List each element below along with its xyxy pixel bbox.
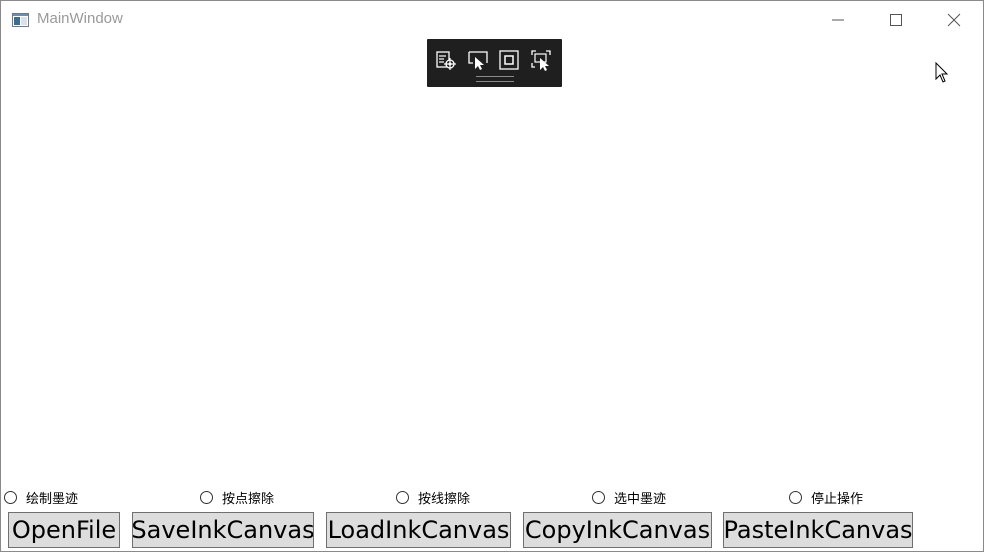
ink-canvas[interactable] [2,37,982,483]
xaml-debug-toolbar[interactable] [427,39,562,87]
paste-ink-canvas-button[interactable]: PasteInkCanvas [723,512,913,548]
radio-label: 停止操作 [811,491,864,507]
open-file-button[interactable]: OpenFile [8,512,120,548]
minimize-button[interactable] [809,1,867,37]
radio-button[interactable] [200,490,213,504]
copy-ink-canvas-button[interactable]: CopyInkCanvas [523,512,712,548]
radio-draw-ink[interactable]: 绘制墨迹 [4,487,78,507]
live-visual-tree-icon[interactable] [435,49,457,71]
minimize-icon [832,19,844,21]
radio-button[interactable] [789,490,802,504]
mouse-cursor-icon [935,61,949,84]
select-element-icon[interactable] [467,49,489,71]
title-bar[interactable]: MainWindow [1,1,983,37]
radio-label: 按点擦除 [222,491,275,507]
track-focused-element-icon[interactable] [530,49,552,71]
mode-radio-group: 绘制墨迹 按点擦除 按线擦除 选中墨迹 停止操作 [1,487,983,507]
app-window-icon [12,12,29,27]
main-window: MainWindow 绘制墨迹 按点擦除 按线擦除 选中墨迹 停止操作 Open… [0,0,984,552]
action-button-row: OpenFile SaveInkCanvas LoadInkCanvas Cop… [1,512,983,550]
save-ink-canvas-button[interactable]: SaveInkCanvas [132,512,314,548]
radio-label: 选中墨迹 [614,491,667,507]
radio-erase-by-stroke[interactable]: 按线擦除 [396,487,470,507]
radio-stop-operation[interactable]: 停止操作 [789,487,863,507]
display-layout-adorners-icon[interactable] [498,49,520,71]
radio-button[interactable] [4,490,17,504]
window-title: MainWindow [37,10,123,27]
radio-label: 按线擦除 [418,491,471,507]
close-button[interactable] [925,1,983,37]
close-icon [947,13,961,27]
load-ink-canvas-button[interactable]: LoadInkCanvas [326,512,511,548]
radio-select-ink[interactable]: 选中墨迹 [592,487,666,507]
maximize-button[interactable] [867,1,925,37]
radio-button[interactable] [592,490,605,504]
radio-button[interactable] [396,490,409,504]
maximize-icon [890,14,902,26]
radio-label: 绘制墨迹 [26,491,79,507]
toolbar-grip[interactable] [476,76,514,82]
radio-erase-by-point[interactable]: 按点擦除 [200,487,274,507]
